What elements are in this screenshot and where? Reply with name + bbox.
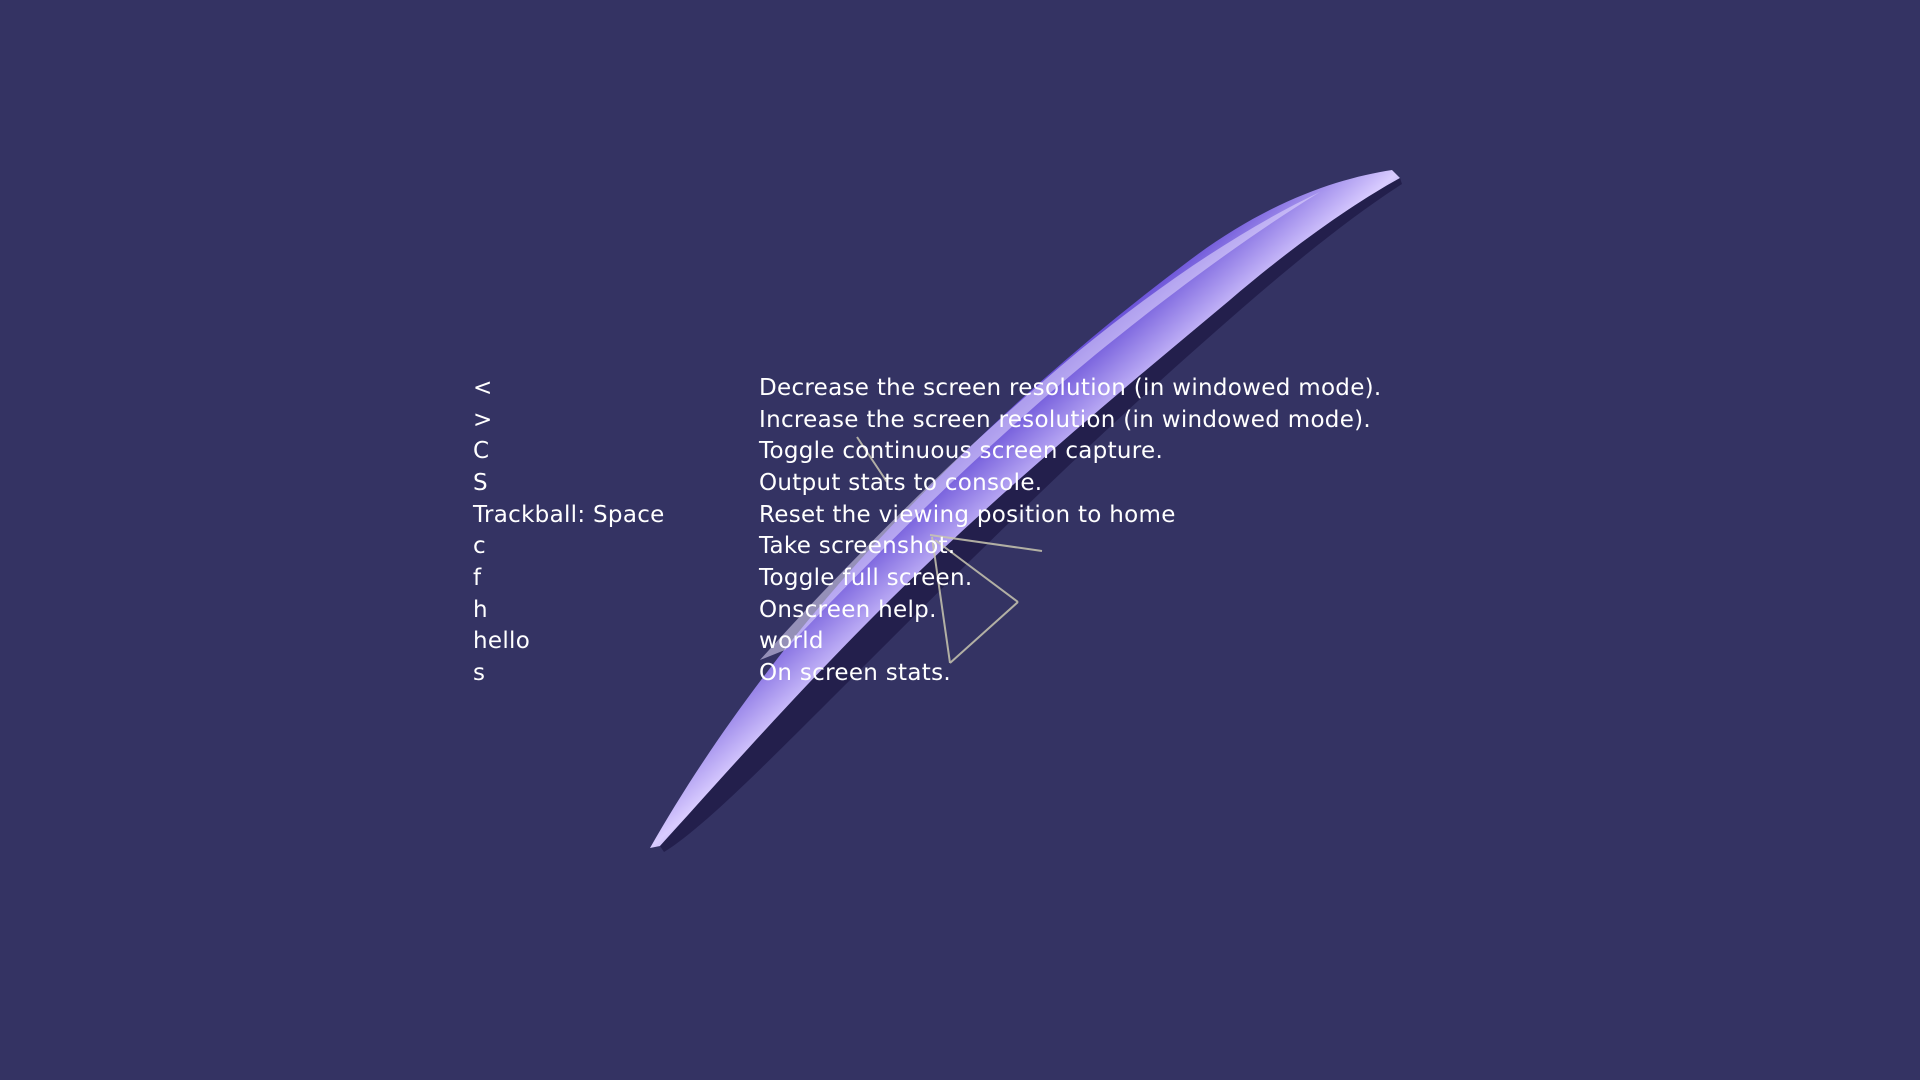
help-key: > (473, 406, 493, 433)
help-description: Toggle full screen. (759, 564, 973, 591)
help-row: hello world (473, 626, 1573, 658)
help-row: > Increase the screen resolution (in wind… (473, 404, 1573, 436)
help-description: Output stats to console. (759, 469, 1043, 496)
help-description: Increase the screen resolution (in windo… (759, 406, 1372, 433)
help-key: h (473, 596, 488, 623)
help-key: f (473, 564, 482, 591)
help-description: On screen stats. (759, 660, 951, 687)
help-description: Reset the viewing position to home (759, 501, 1176, 528)
help-row: s On screen stats. (473, 657, 1573, 689)
help-row: f Toggle full screen. (473, 562, 1573, 594)
help-key: s (473, 660, 486, 687)
help-description: Take screenshot. (759, 533, 956, 560)
help-row: c Take screenshot. (473, 530, 1573, 562)
help-key: C (473, 438, 490, 465)
help-key: Trackball: Space (473, 501, 665, 528)
help-description: Onscreen help. (759, 596, 937, 623)
help-key: < (473, 374, 493, 401)
help-row: Trackball: Space Reset the viewing positi… (473, 499, 1573, 531)
help-row: h Onscreen help. (473, 594, 1573, 626)
help-description: world (759, 628, 824, 655)
help-key: c (473, 533, 486, 560)
help-key: S (473, 469, 488, 496)
onscreen-help-panel: < Decrease the screen resolution (in wind… (473, 372, 1573, 689)
help-row: C Toggle continuous screen capture. (473, 435, 1573, 467)
3d-viewport[interactable]: < Decrease the screen resolution (in wind… (0, 0, 1920, 1080)
help-row: S Output stats to console. (473, 467, 1573, 499)
help-row: < Decrease the screen resolution (in wind… (473, 372, 1573, 404)
help-key: hello (473, 628, 531, 655)
help-description: Decrease the screen resolution (in windo… (759, 374, 1382, 401)
help-description: Toggle continuous screen capture. (759, 438, 1164, 465)
